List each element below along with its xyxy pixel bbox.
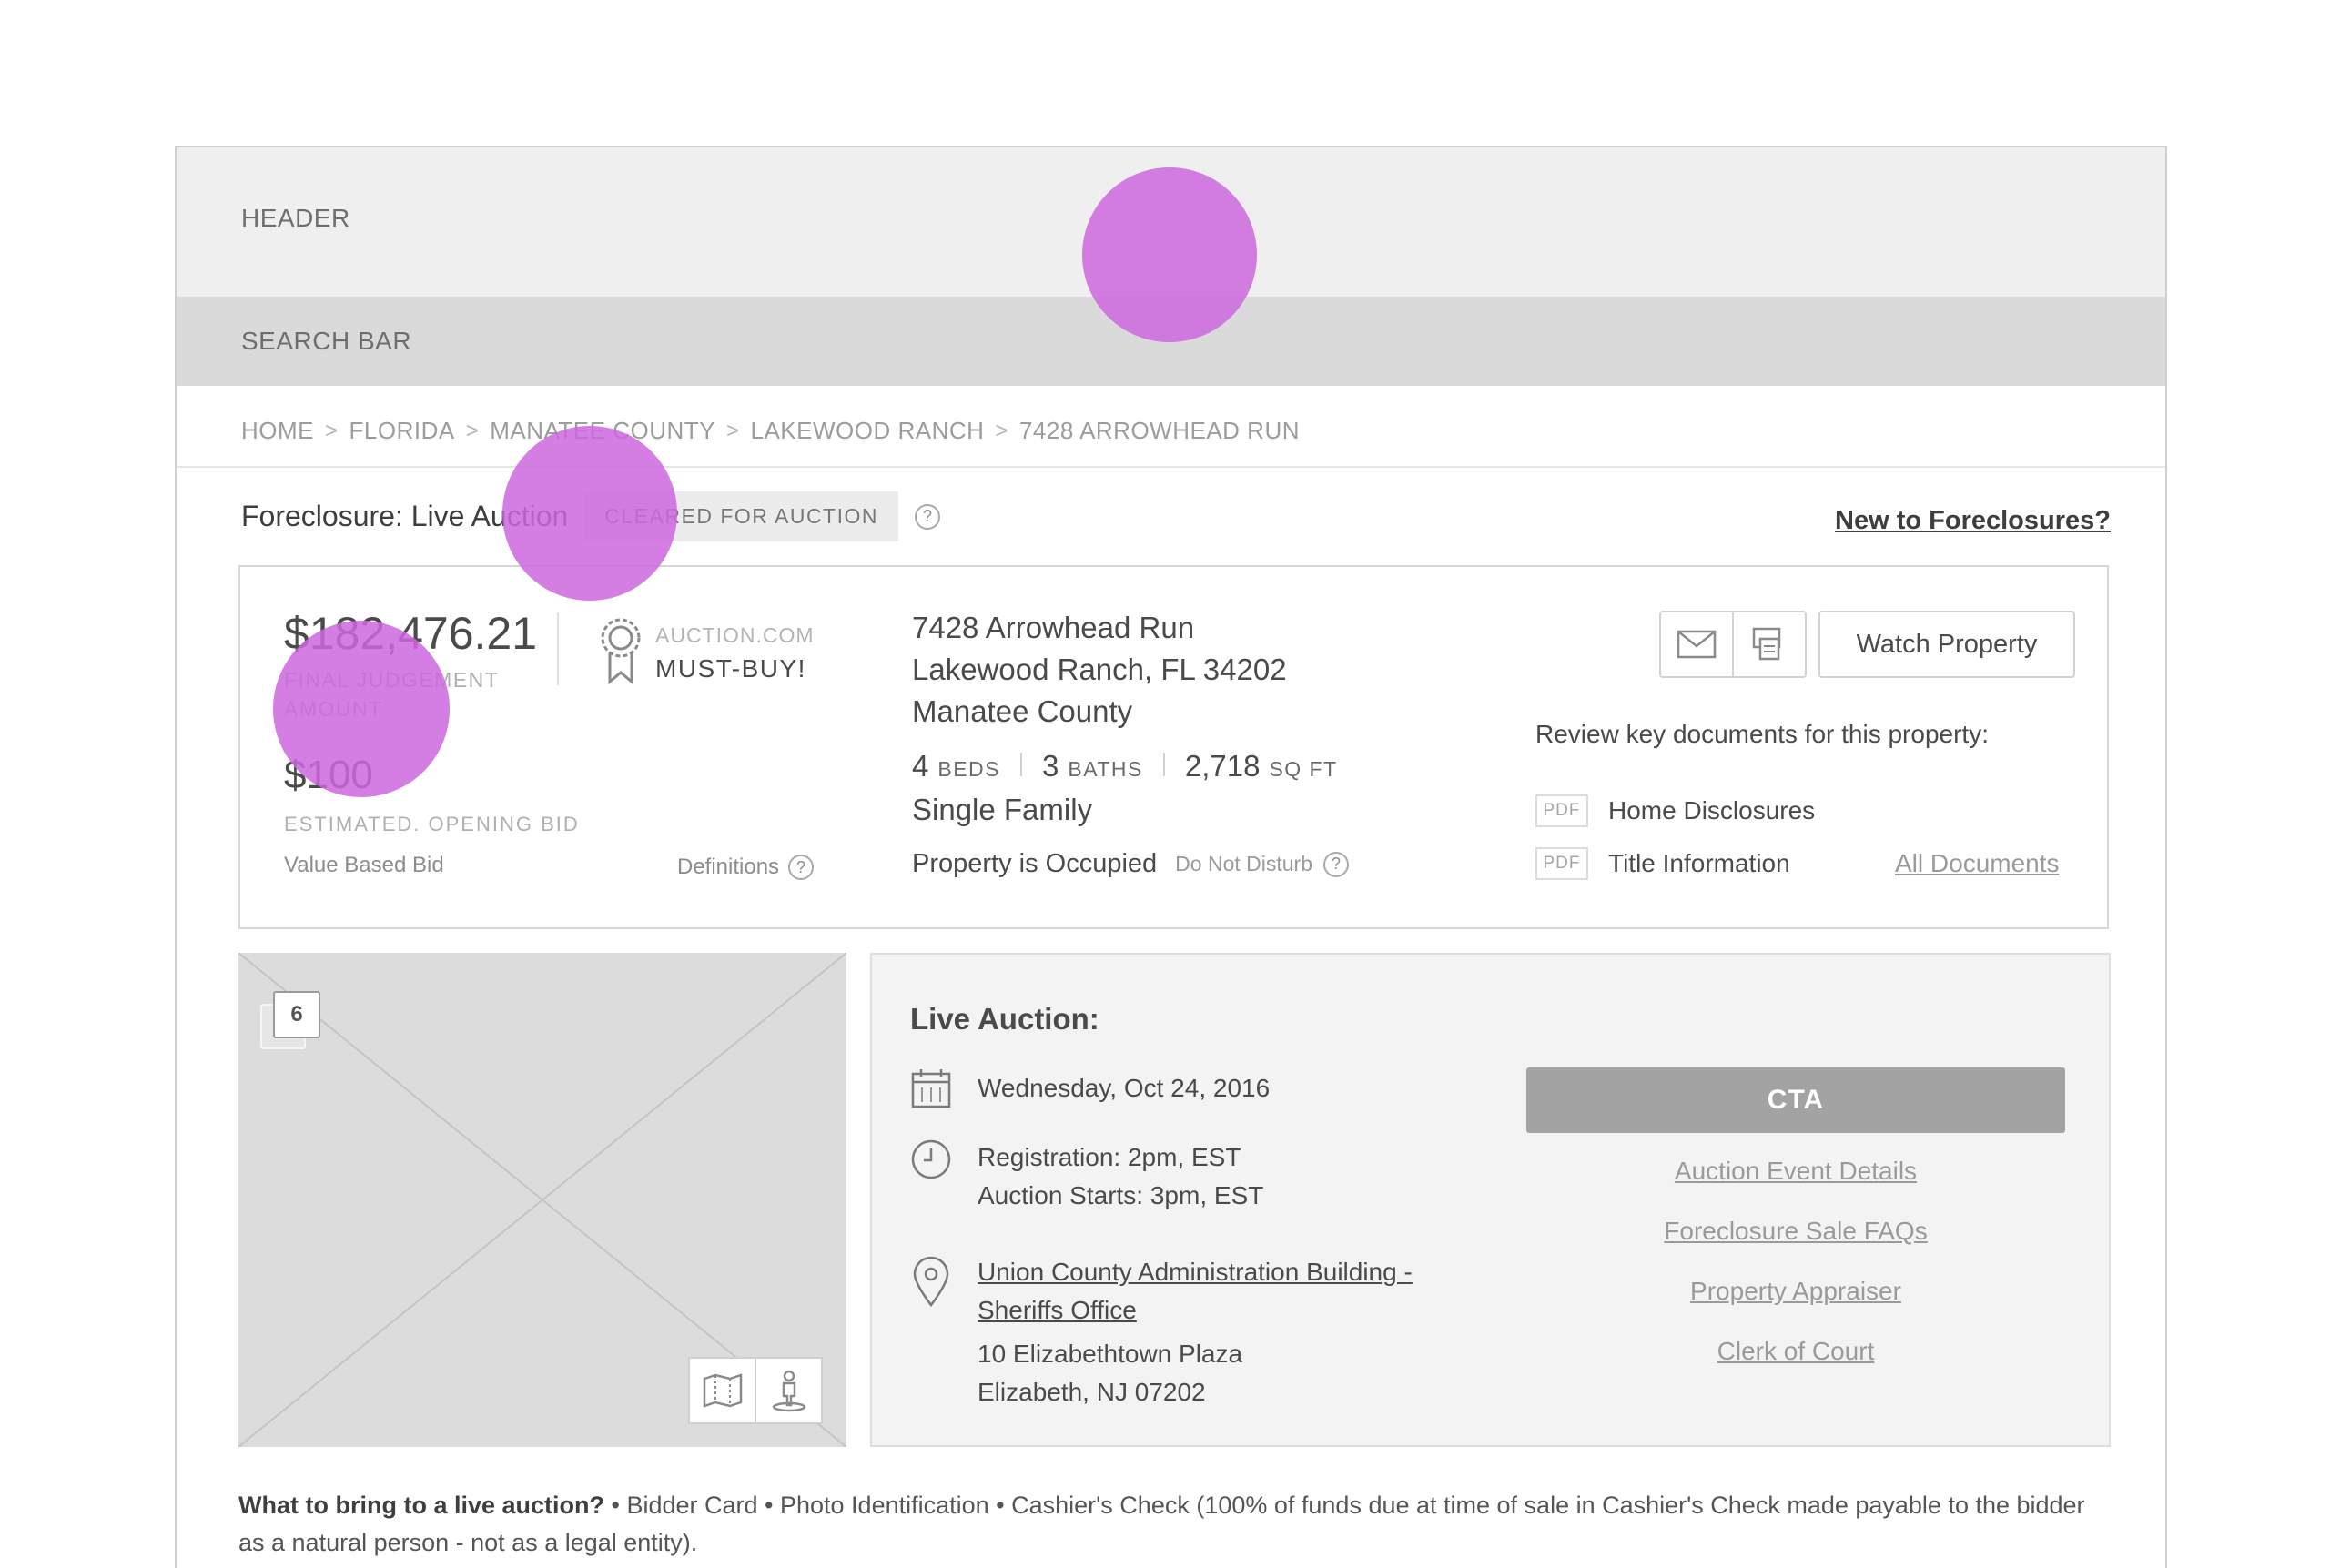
what-to-bring-note: What to bring to a live auction? • Bidde… — [238, 1487, 2113, 1562]
map-actions — [688, 1357, 823, 1424]
help-icon[interactable]: ? — [915, 503, 941, 530]
help-icon[interactable]: ? — [1323, 851, 1349, 877]
beds-unit: BEDS — [937, 757, 1000, 781]
auction-title: Live Auction: — [910, 1002, 1099, 1036]
property-appraiser-link[interactable]: Property Appraiser — [1526, 1277, 2065, 1306]
divider — [177, 466, 2165, 468]
email-button[interactable] — [1661, 612, 1732, 676]
map-view-button[interactable] — [690, 1359, 755, 1422]
do-not-disturb-label: Do Not Disturb — [1175, 852, 1312, 875]
venue-street: 10 Elizabethtown Plaza — [978, 1340, 1243, 1368]
photo-count[interactable]: 6 — [260, 991, 320, 1049]
document-home-disclosures[interactable]: PDF Home Disclosures — [1535, 794, 1815, 827]
search-bar-label: SEARCH BAR — [241, 327, 412, 355]
opening-bid-label: ESTIMATED. OPENING BID — [284, 813, 580, 835]
breadcrumb-state[interactable]: FLORIDA — [350, 417, 455, 445]
annotation-marker — [1082, 167, 1257, 342]
watch-property-button[interactable]: Watch Property — [1818, 611, 2075, 678]
cta-button[interactable]: CTA — [1526, 1067, 2065, 1133]
beds-count: 4 — [912, 749, 929, 783]
documents-intro: Review key documents for this property: — [1535, 720, 1989, 748]
print-icon — [1752, 627, 1781, 661]
divider — [557, 612, 559, 685]
breadcrumb: HOME > FLORIDA > MANATEE COUNTY > LAKEWO… — [241, 417, 1300, 445]
auction-start-time: Auction Starts: 3pm, EST — [978, 1181, 1264, 1209]
annotation-marker — [502, 426, 677, 601]
sqft-value: 2,718 — [1184, 749, 1261, 783]
page-frame: HEADER SEARCH BAR HOME > FLORIDA > MANAT… — [175, 146, 2167, 1568]
definitions-link[interactable]: Definitions ? — [677, 855, 815, 880]
all-documents-link[interactable]: All Documents — [1895, 849, 2060, 878]
document-name: Home Disclosures — [1608, 796, 1816, 824]
print-button[interactable] — [1732, 612, 1805, 676]
auction-event-details-link[interactable]: Auction Event Details — [1526, 1157, 2065, 1186]
value-based-bid: Value Based Bid — [284, 853, 444, 877]
auction-date: Wednesday, Oct 24, 2016 — [978, 1074, 1271, 1102]
photo-count-badge: 6 — [273, 991, 320, 1038]
location-pin-icon — [913, 1256, 949, 1308]
divider — [1020, 753, 1022, 776]
foreclosure-sale-faqs-link[interactable]: Foreclosure Sale FAQs — [1526, 1217, 2065, 1246]
live-auction-panel: Live Auction: Wednesday, Oct 24, 2016 Re… — [870, 953, 2111, 1447]
breadcrumb-address: 7428 ARROWHEAD RUN — [1018, 417, 1301, 444]
property-photo-placeholder[interactable]: 6 — [238, 953, 846, 1447]
address-line-2: Lakewood Ranch, FL 34202 — [912, 652, 1287, 686]
address-county: Manatee County — [912, 694, 1133, 728]
must-buy-brand: AUCTION.COM — [655, 623, 815, 647]
envelope-icon — [1677, 630, 1717, 659]
definitions-label: Definitions — [677, 855, 780, 879]
divider — [1162, 753, 1165, 776]
occupancy-status: Property is Occupied — [912, 849, 1158, 878]
clock-icon — [911, 1139, 951, 1179]
new-to-foreclosures-link[interactable]: New to Foreclosures? — [1835, 506, 2111, 536]
breadcrumb-separator: > — [325, 418, 339, 443]
header-label: HEADER — [241, 204, 350, 232]
breadcrumb-home[interactable]: HOME — [241, 417, 314, 445]
clerk-of-court-link[interactable]: Clerk of Court — [1526, 1337, 2065, 1366]
award-ribbon-icon — [601, 618, 641, 685]
help-icon[interactable]: ? — [788, 855, 815, 880]
property-type: Single Family — [912, 793, 1093, 826]
venue-address: 10 Elizabethtown Plaza Elizabeth, NJ 072… — [978, 1335, 1242, 1411]
sqft-unit: SQ FT — [1269, 757, 1338, 781]
address-line-1: 7428 Arrowhead Run — [912, 611, 1195, 644]
map-icon — [703, 1373, 742, 1408]
annotation-marker — [273, 621, 450, 797]
occupancy-row: Property is Occupied Do Not Disturb ? — [912, 849, 1349, 879]
calendar-icon — [911, 1069, 951, 1108]
share-actions — [1659, 611, 1807, 678]
property-info-card: $182,476.21 FINAL JUDGEMENT AMOUNT AUCTI… — [238, 565, 2109, 929]
breadcrumb-separator: > — [725, 418, 740, 443]
venue-name-line-2: Sheriffs Office — [978, 1296, 1137, 1324]
auction-venue-link[interactable]: Union County Administration Building - S… — [978, 1253, 1413, 1330]
street-view-icon — [772, 1370, 805, 1412]
property-address: 7428 Arrowhead Run Lakewood Ranch, FL 34… — [912, 607, 1287, 733]
pdf-icon: PDF — [1535, 847, 1588, 880]
document-name: Title Information — [1608, 849, 1790, 877]
document-title-information[interactable]: PDF Title Information — [1535, 847, 1790, 880]
breadcrumb-separator: > — [465, 418, 480, 443]
breadcrumb-city[interactable]: LAKEWOOD RANCH — [751, 417, 985, 445]
baths-count: 3 — [1042, 749, 1059, 783]
auction-times: Registration: 2pm, EST Auction Starts: 3… — [978, 1138, 1263, 1215]
breadcrumb-separator: > — [995, 418, 1008, 443]
registration-time: Registration: 2pm, EST — [978, 1143, 1241, 1171]
street-view-button[interactable] — [755, 1359, 821, 1422]
venue-name-line-1: Union County Administration Building - — [978, 1258, 1413, 1286]
what-to-bring-question: What to bring to a live auction? — [238, 1492, 604, 1519]
pdf-icon: PDF — [1535, 794, 1588, 827]
must-buy-label: MUST-BUY! — [655, 654, 806, 683]
property-facts: 4 BEDS 3 BATHS 2,718 SQ FT — [912, 749, 1338, 784]
baths-unit: BATHS — [1068, 757, 1143, 781]
venue-city: Elizabeth, NJ 07202 — [978, 1378, 1206, 1406]
